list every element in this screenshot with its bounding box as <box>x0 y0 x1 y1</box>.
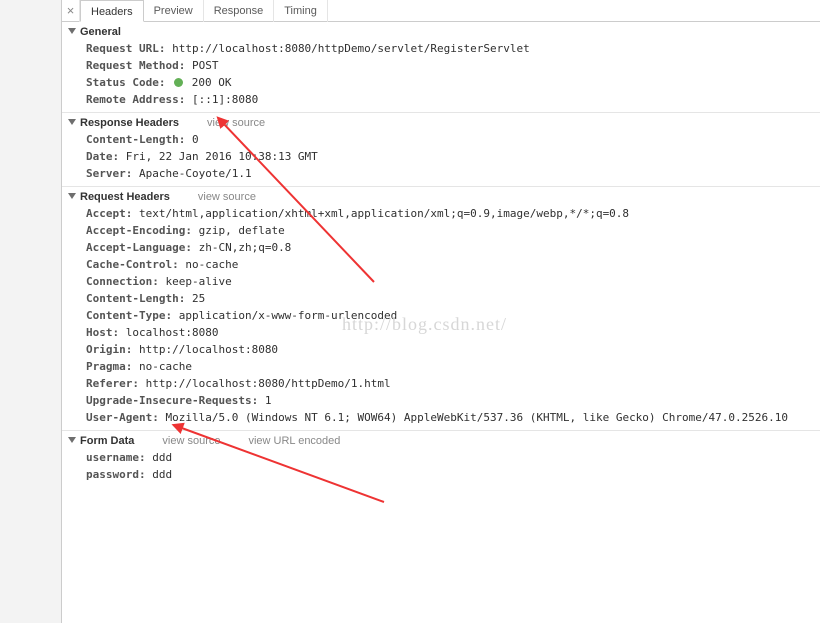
section-form-data: Form Data view source view URL encoded u… <box>62 431 820 487</box>
section-response-headers-header[interactable]: Response Headers view source <box>62 115 820 131</box>
view-source-link[interactable]: view source <box>198 191 256 203</box>
value: POST <box>192 59 219 72</box>
row-server: Server: Apache-Coyote/1.1 <box>62 165 820 182</box>
row-origin: Origin: http://localhost:8080 <box>62 341 820 358</box>
section-general-header[interactable]: General <box>62 24 820 40</box>
value: Fri, 22 Jan 2016 10:38:13 GMT <box>126 150 318 163</box>
value: 25 <box>192 292 205 305</box>
row-content-length-req: Content-Length: 25 <box>62 290 820 307</box>
value: keep-alive <box>165 275 231 288</box>
value: zh-CN,zh;q=0.8 <box>199 241 292 254</box>
value: [::1]:8080 <box>192 93 258 106</box>
section-request-headers: Request Headers view source Accept: text… <box>62 187 820 431</box>
tab-preview[interactable]: Preview <box>144 0 204 22</box>
label: Content-Length: <box>86 292 185 305</box>
label: Pragma: <box>86 360 132 373</box>
row-date: Date: Fri, 22 Jan 2016 10:38:13 GMT <box>62 148 820 165</box>
tab-headers[interactable]: Headers <box>80 0 144 22</box>
value: application/x-www-form-urlencoded <box>179 309 398 322</box>
label: Content-Length: <box>86 133 185 146</box>
section-response-headers: Response Headers view source Content-Len… <box>62 113 820 187</box>
label: password: <box>86 468 146 481</box>
row-password: password: ddd <box>62 466 820 483</box>
value: Apache-Coyote/1.1 <box>139 167 252 180</box>
row-status-code: Status Code: 200 OK <box>62 74 820 91</box>
label: Status Code: <box>86 76 165 89</box>
value: gzip, deflate <box>199 224 285 237</box>
label: Request Method: <box>86 59 185 72</box>
chevron-down-icon <box>68 119 76 125</box>
value: Mozilla/5.0 (Windows NT 6.1; WOW64) Appl… <box>165 411 788 424</box>
status-dot-icon <box>174 78 183 87</box>
value: 0 <box>192 133 199 146</box>
value: ddd <box>152 468 172 481</box>
label: Accept-Language: <box>86 241 192 254</box>
value: http://localhost:8080 <box>139 343 278 356</box>
chevron-down-icon <box>68 437 76 443</box>
value: text/html,application/xhtml+xml,applicat… <box>139 207 629 220</box>
label: Content-Type: <box>86 309 172 322</box>
row-content-length: Content-Length: 0 <box>62 131 820 148</box>
value: http://localhost:8080/httpDemo/1.html <box>146 377 391 390</box>
row-host: Host: localhost:8080 <box>62 324 820 341</box>
section-title: Response Headers <box>80 117 179 129</box>
value: 1 <box>265 394 272 407</box>
label: Accept-Encoding: <box>86 224 192 237</box>
value: localhost:8080 <box>126 326 219 339</box>
section-title: Request Headers <box>80 191 170 203</box>
row-referer: Referer: http://localhost:8080/httpDemo/… <box>62 375 820 392</box>
row-accept-encoding: Accept-Encoding: gzip, deflate <box>62 222 820 239</box>
label: Referer: <box>86 377 139 390</box>
row-remote-address: Remote Address: [::1]:8080 <box>62 91 820 108</box>
section-request-headers-header[interactable]: Request Headers view source <box>62 189 820 205</box>
label: username: <box>86 451 146 464</box>
label: Server: <box>86 167 132 180</box>
value: http://localhost:8080/httpDemo/servlet/R… <box>172 42 530 55</box>
row-connection: Connection: keep-alive <box>62 273 820 290</box>
label: Upgrade-Insecure-Requests: <box>86 394 258 407</box>
row-accept-language: Accept-Language: zh-CN,zh;q=0.8 <box>62 239 820 256</box>
label: Date: <box>86 150 119 163</box>
headers-panel: General Request URL: http://localhost:80… <box>62 22 820 487</box>
tab-timing[interactable]: Timing <box>274 0 328 22</box>
row-accept: Accept: text/html,application/xhtml+xml,… <box>62 205 820 222</box>
label: Accept: <box>86 207 132 220</box>
value: ddd <box>152 451 172 464</box>
devtools-tabbar: × Headers Preview Response Timing <box>62 0 820 22</box>
row-username: username: ddd <box>62 449 820 466</box>
label: User-Agent: <box>86 411 159 424</box>
value: 200 OK <box>192 76 232 89</box>
row-request-url: Request URL: http://localhost:8080/httpD… <box>62 40 820 57</box>
section-title: Form Data <box>80 435 134 447</box>
value: no-cache <box>139 360 192 373</box>
left-gutter <box>0 0 62 623</box>
view-source-link[interactable]: view source <box>207 117 265 129</box>
label: Remote Address: <box>86 93 185 106</box>
row-cache-control: Cache-Control: no-cache <box>62 256 820 273</box>
row-user-agent: User-Agent: Mozilla/5.0 (Windows NT 6.1;… <box>62 409 820 426</box>
value: no-cache <box>185 258 238 271</box>
chevron-down-icon <box>68 193 76 199</box>
section-general: General Request URL: http://localhost:80… <box>62 22 820 113</box>
row-pragma: Pragma: no-cache <box>62 358 820 375</box>
chevron-down-icon <box>68 28 76 34</box>
close-icon[interactable]: × <box>62 0 80 22</box>
label: Cache-Control: <box>86 258 179 271</box>
view-source-link[interactable]: view source <box>162 435 220 447</box>
tab-response[interactable]: Response <box>204 0 275 22</box>
label: Connection: <box>86 275 159 288</box>
view-url-encoded-link[interactable]: view URL encoded <box>248 435 340 447</box>
label: Host: <box>86 326 119 339</box>
section-title: General <box>80 26 121 38</box>
row-upgrade-insecure: Upgrade-Insecure-Requests: 1 <box>62 392 820 409</box>
row-request-method: Request Method: POST <box>62 57 820 74</box>
label: Origin: <box>86 343 132 356</box>
section-form-data-header[interactable]: Form Data view source view URL encoded <box>62 433 820 449</box>
row-content-type: Content-Type: application/x-www-form-url… <box>62 307 820 324</box>
label: Request URL: <box>86 42 165 55</box>
